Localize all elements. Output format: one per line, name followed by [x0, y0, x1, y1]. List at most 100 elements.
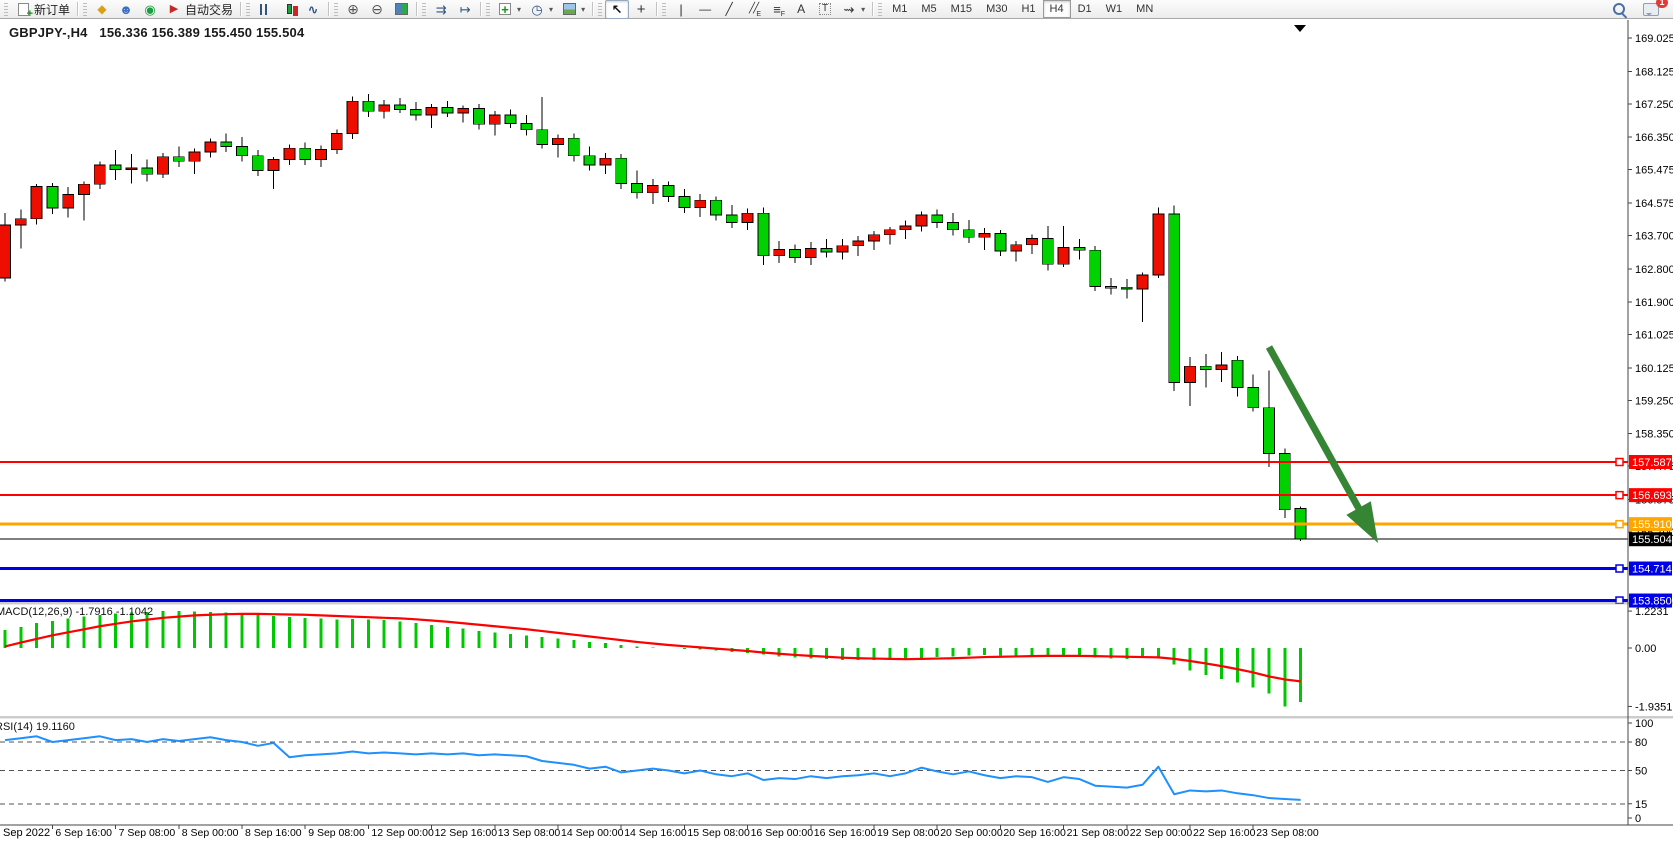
trendline-icon [721, 2, 737, 17]
crosshair-button[interactable] [629, 0, 653, 19]
candle-body [1027, 238, 1038, 244]
hline-handle[interactable] [1616, 459, 1623, 466]
cursor-button[interactable] [605, 0, 629, 19]
time-axis-label: 12 Sep 00:00 [371, 827, 434, 839]
hline-handle[interactable] [1616, 521, 1623, 528]
candle-body [537, 130, 548, 145]
timeframe-d1-button[interactable]: D1 [1071, 0, 1099, 18]
candle-body [1074, 248, 1085, 251]
trend-arrow-head[interactable] [1346, 501, 1378, 543]
chevron-down-icon: ▾ [549, 5, 553, 14]
candle-body [63, 195, 74, 208]
toolbar-button-label: 自动交易 [185, 1, 233, 18]
chevron-down-icon: ▾ [581, 5, 585, 14]
candle-body [284, 148, 295, 159]
fibonacci-button[interactable] [765, 0, 789, 19]
time-axis-label: 15 Sep 08:00 [687, 827, 750, 839]
candle-body [142, 168, 153, 174]
arrows-button[interactable]: ▾ [837, 0, 869, 19]
candle-body [410, 109, 421, 115]
chart-shift-marker[interactable] [1294, 25, 1306, 32]
vertical-line-button[interactable] [669, 0, 693, 19]
auto-scroll-button[interactable] [429, 0, 453, 19]
new-order-button[interactable]: 新订单 [11, 0, 74, 19]
candle-body [663, 185, 674, 196]
candle-body [553, 138, 564, 144]
candle-chart-icon [281, 2, 297, 17]
axis-label: 158.350 [1635, 429, 1673, 441]
hline-handle[interactable] [1616, 492, 1623, 499]
candle-chart-button[interactable] [277, 0, 301, 19]
candle-body [1042, 238, 1053, 264]
candle-body [126, 168, 137, 170]
candle-body [395, 105, 406, 109]
zoom-out-button[interactable] [365, 0, 389, 19]
toolbar: 新订单 自动交易 ▾ ▾ ▾ ▾ M1M5M15M30H1H4D1W1MN 1 [0, 0, 1673, 19]
rsi-line [5, 736, 1301, 800]
time-axis-label: 23 Sep 08:00 [1256, 827, 1319, 839]
timeframe-h1-button[interactable]: H1 [1014, 0, 1042, 18]
timeframe-w1-button[interactable]: W1 [1099, 0, 1130, 18]
chart-shift-button[interactable] [453, 0, 477, 19]
profile-button[interactable] [114, 0, 138, 19]
price-badge-157.587-label: 157.587 [1632, 457, 1672, 469]
hline-handle[interactable] [1616, 565, 1623, 572]
axis-label: 169.025 [1635, 33, 1673, 45]
bar-chart-button[interactable] [253, 0, 277, 19]
candle-body [1153, 214, 1164, 275]
time-axis-label: 8 Sep 00:00 [182, 827, 239, 839]
candle-body [995, 234, 1006, 251]
candle-body [1106, 287, 1117, 289]
time-axis-label: 16 Sep 16:00 [814, 827, 877, 839]
template-button[interactable]: ▾ [557, 0, 589, 19]
candle-body [1216, 365, 1227, 369]
text-icon [793, 2, 809, 17]
text-button[interactable] [789, 0, 813, 19]
period-clock-button[interactable]: ▾ [525, 0, 557, 19]
tile-windows-button[interactable] [389, 0, 413, 19]
time-axis-label: 16 Sep 00:00 [751, 827, 814, 839]
time-axis-label: 19 Sep 08:00 [877, 827, 940, 839]
candle-body [110, 165, 121, 169]
toolbar-button-label: 新订单 [34, 1, 70, 18]
channel-button[interactable] [741, 0, 765, 19]
candle-body [1185, 366, 1196, 382]
timeframe-mn-button[interactable]: MN [1129, 0, 1160, 18]
horizontal-line-button[interactable] [693, 0, 717, 19]
timeframe-m1-button[interactable]: M1 [885, 0, 914, 18]
candle-body [347, 101, 358, 133]
time-axis-label: 13 Sep 08:00 [498, 827, 561, 839]
candle-body [15, 219, 26, 225]
timeframe-m30-button[interactable]: M30 [979, 0, 1014, 18]
timeframe-m5-button[interactable]: M5 [914, 0, 943, 18]
autotrading-button[interactable]: 自动交易 [162, 0, 237, 19]
timeframe-m15-button[interactable]: M15 [944, 0, 979, 18]
add-indicator-button[interactable]: ▾ [493, 0, 525, 19]
candle-body [1137, 275, 1148, 289]
compass-button[interactable] [90, 0, 114, 19]
chat-button[interactable]: 1 [1639, 0, 1663, 19]
macd-indicator-label: MACD(12,26,9) -1.7916 -1.1042 [0, 606, 153, 618]
time-axis-label: 6 Sep 16:00 [55, 827, 112, 839]
channel-icon [745, 2, 761, 17]
search-button[interactable] [1608, 0, 1631, 19]
chart-area: 169.025168.125167.250166.350165.475164.5… [0, 0, 1673, 843]
text-label-button[interactable] [813, 0, 837, 19]
candle-body [379, 105, 390, 111]
axis-label: 163.700 [1635, 230, 1673, 242]
candle-body [426, 108, 437, 115]
candle-body [189, 152, 200, 161]
zoom-in-button[interactable] [341, 0, 365, 19]
time-axis-label: 12 Sep 16:00 [435, 827, 498, 839]
candle-body [1264, 408, 1275, 454]
time-axis-label: 14 Sep 00:00 [561, 827, 624, 839]
candle-body [458, 109, 469, 113]
crosshair-icon [633, 2, 649, 17]
axis-label: 0.00 [1635, 643, 1656, 655]
trendline-button[interactable] [717, 0, 741, 19]
vertical-line-icon [673, 2, 689, 17]
signal-button[interactable] [138, 0, 162, 19]
axis-label: 167.250 [1635, 99, 1673, 111]
timeframe-h4-button[interactable]: H4 [1043, 0, 1071, 18]
line-chart-button[interactable] [301, 0, 325, 19]
